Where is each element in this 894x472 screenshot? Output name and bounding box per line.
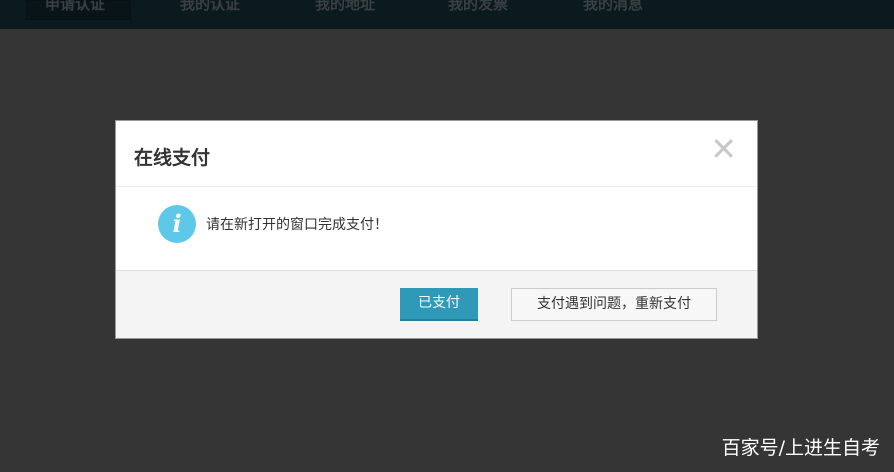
info-icon: i	[158, 205, 196, 243]
dialog-title: 在线支付	[134, 147, 211, 169]
watermark: 百家号/上进生自考	[721, 437, 880, 459]
nav-item-my-address[interactable]: 我的地址	[315, 0, 375, 14]
nav-item-apply-certification[interactable]: 申请认证	[45, 0, 105, 14]
dialog-footer: 已支付 支付遇到问题，重新支付	[116, 271, 757, 338]
top-nav: 申请认证 我的认证 我的地址 我的发票 我的消息	[0, 0, 894, 29]
paid-button[interactable]: 已支付	[400, 288, 478, 321]
dialog-message: 请在新打开的窗口完成支付！	[206, 217, 388, 233]
payment-dialog: 在线支付 ✕ i 请在新打开的窗口完成支付！ 已支付 支付遇到问题，重新支付	[115, 120, 758, 339]
close-icon[interactable]: ✕	[710, 133, 737, 165]
dialog-header: 在线支付 ✕	[116, 121, 757, 187]
retry-payment-button[interactable]: 支付遇到问题，重新支付	[511, 288, 717, 321]
nav-item-my-messages[interactable]: 我的消息	[583, 0, 643, 14]
nav-item-my-invoice[interactable]: 我的发票	[448, 0, 508, 14]
dialog-body: i 请在新打开的窗口完成支付！	[116, 187, 757, 271]
nav-item-my-certification[interactable]: 我的认证	[180, 0, 240, 14]
